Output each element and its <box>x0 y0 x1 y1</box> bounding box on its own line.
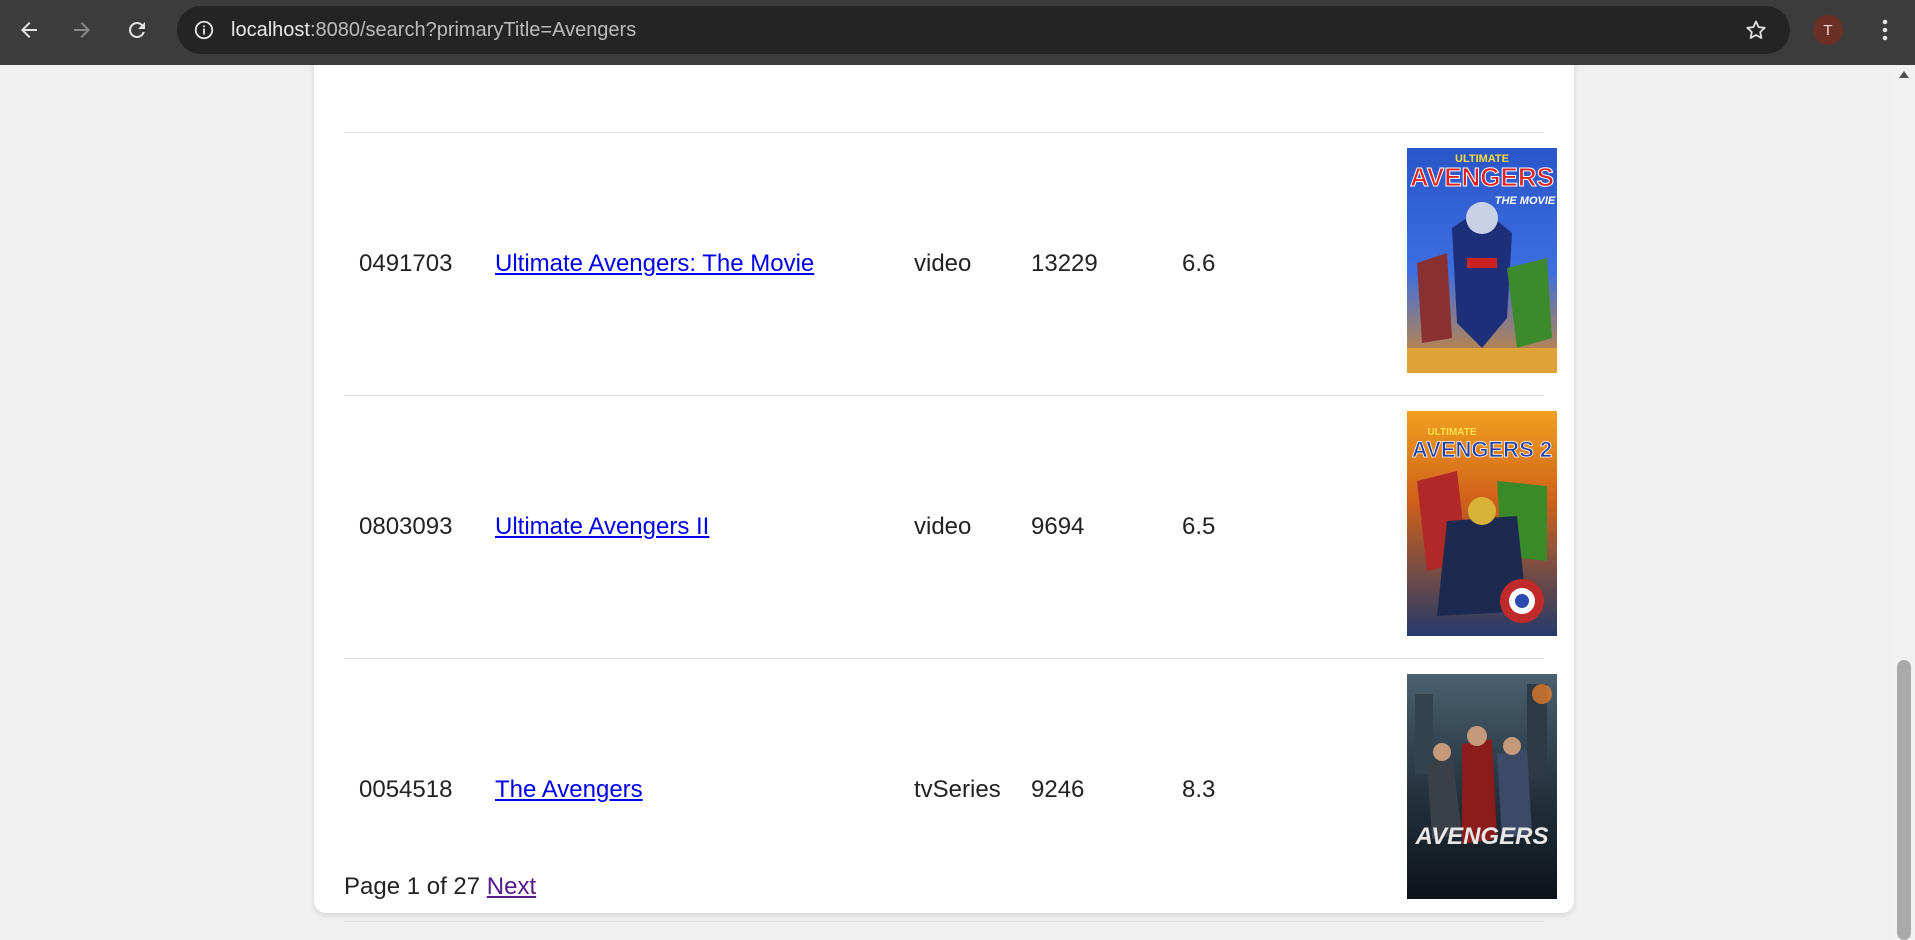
reload-button[interactable] <box>119 12 155 48</box>
result-id: 0803093 <box>359 513 453 540</box>
result-id: 0491703 <box>359 250 453 277</box>
result-votes: 9246 <box>1031 776 1085 803</box>
result-votes: 13229 <box>1031 250 1098 277</box>
table-row: 0803093 Ultimate Avengers II video 9694 … <box>344 396 1557 659</box>
poster-art: ULTIMATE AVENGERS THE MOVIE <box>1407 148 1557 373</box>
poster-art: ULTIMATE AVENGERS 2 <box>1407 411 1557 636</box>
browser-menu-button[interactable] <box>1870 14 1900 46</box>
poster-text: THE MOVIE <box>1495 195 1556 207</box>
result-type: video <box>914 513 972 540</box>
vertical-scrollbar[interactable] <box>1893 65 1915 940</box>
poster-art: AVENGERS <box>1407 674 1557 899</box>
bookmark-button[interactable] <box>1742 16 1770 44</box>
url-text[interactable]: localhost:8080/search?primaryTitle=Aveng… <box>231 6 636 54</box>
pagination: Page 1 of 27 Next <box>344 873 536 901</box>
page-viewport: 0491703 Ultimate Avengers: The Movie vid… <box>0 65 1893 940</box>
result-votes: 9694 <box>1031 513 1085 540</box>
poster-text: AVENGERS <box>1415 823 1549 850</box>
poster-text: AVENGERS <box>1410 162 1554 192</box>
result-title-link[interactable]: Ultimate Avengers: The Movie <box>495 250 814 277</box>
results-card: 0491703 Ultimate Avengers: The Movie vid… <box>314 65 1574 922</box>
result-title-cell: Ultimate Avengers II <box>495 396 709 658</box>
url-host: localhost <box>231 19 310 41</box>
result-rating: 6.5 <box>1182 513 1216 540</box>
page-status: Page 1 of 27 <box>344 873 481 900</box>
result-rating: 8.3 <box>1182 776 1216 803</box>
result-rating: 6.6 <box>1182 250 1216 277</box>
scroll-up-arrow-icon[interactable] <box>1899 71 1909 78</box>
poster-image: ULTIMATE AVENGERS THE MOVIE <box>1407 148 1557 373</box>
profile-avatar[interactable]: T <box>1813 15 1843 45</box>
result-type: video <box>914 250 972 277</box>
result-type: tvSeries <box>914 776 1001 803</box>
back-button[interactable] <box>11 12 47 48</box>
table-row: 0491703 Ultimate Avengers: The Movie vid… <box>344 133 1557 396</box>
next-page-link[interactable]: Next <box>487 873 536 900</box>
url-path: :8080/search?primaryTitle=Avengers <box>309 19 637 41</box>
result-title-link[interactable]: The Avengers <box>495 776 643 803</box>
star-icon <box>1746 20 1766 39</box>
info-icon <box>194 20 214 40</box>
reload-icon <box>129 22 145 38</box>
poster-image: ULTIMATE AVENGERS 2 <box>1407 411 1557 636</box>
result-title-cell: Ultimate Avengers: The Movie <box>495 133 814 395</box>
arrow-right-icon <box>74 22 90 38</box>
poster-text: AVENGERS 2 <box>1412 437 1552 462</box>
kebab-menu-icon <box>1882 19 1888 41</box>
site-info-button[interactable] <box>189 15 219 45</box>
browser-toolbar: localhost:8080/search?primaryTitle=Aveng… <box>0 0 1915 65</box>
arrow-left-icon <box>21 22 37 38</box>
forward-button[interactable] <box>64 12 100 48</box>
poster-image: AVENGERS <box>1407 674 1557 899</box>
result-title-link[interactable]: Ultimate Avengers II <box>495 513 709 540</box>
scroll-thumb[interactable] <box>1897 660 1911 940</box>
address-bar[interactable]: localhost:8080/search?primaryTitle=Aveng… <box>177 6 1790 54</box>
